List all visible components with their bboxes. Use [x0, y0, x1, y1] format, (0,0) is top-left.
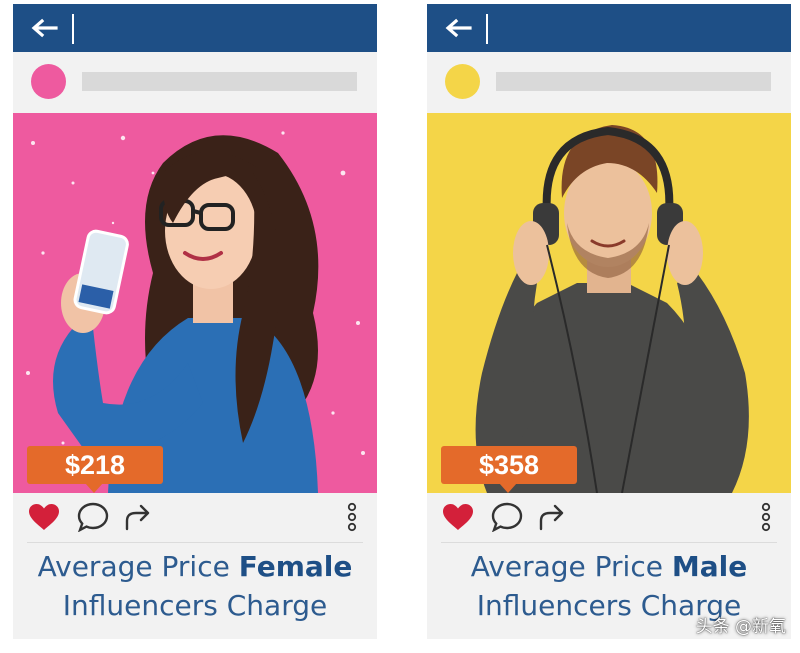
username-placeholder	[496, 72, 771, 91]
divider	[441, 542, 777, 543]
back-button[interactable]	[29, 16, 59, 40]
comment-icon	[77, 502, 109, 532]
top-bar	[13, 4, 377, 52]
price-tag: $358	[441, 446, 577, 493]
caption-prefix: Average Price	[470, 550, 672, 583]
post-photo	[427, 113, 791, 493]
more-options-button[interactable]	[341, 502, 363, 532]
watermark: 头条 @新氧	[695, 617, 786, 637]
comment-icon	[491, 502, 523, 532]
heart-icon	[443, 504, 473, 530]
avatar[interactable]	[31, 64, 66, 99]
like-button[interactable]	[27, 502, 61, 532]
username-placeholder	[82, 72, 357, 91]
like-button[interactable]	[441, 502, 475, 532]
share-icon	[125, 504, 150, 531]
more-options-button[interactable]	[755, 502, 777, 532]
arrow-left-icon	[31, 18, 58, 38]
bar-divider	[72, 14, 74, 44]
caption-line-1: Average Price Male	[427, 547, 791, 586]
action-row	[13, 493, 377, 541]
divider	[27, 542, 363, 543]
heart-icon	[29, 504, 59, 530]
avatar[interactable]	[445, 64, 480, 99]
profile-row	[427, 52, 791, 112]
caption-gender: Male	[671, 550, 748, 583]
comment-button[interactable]	[76, 502, 110, 532]
male-influencer-card: $358 Average Price Male Influencers Char…	[427, 4, 791, 639]
caption-gender: Female	[238, 550, 353, 583]
arrow-left-icon	[445, 18, 472, 38]
more-vertical-icon	[761, 502, 771, 532]
profile-row	[13, 52, 377, 112]
share-button[interactable]	[535, 502, 569, 532]
post-photo	[13, 113, 377, 493]
share-icon	[539, 504, 564, 531]
comment-button[interactable]	[490, 502, 524, 532]
caption: Average Price Female Influencers Charge	[13, 547, 377, 625]
share-button[interactable]	[121, 502, 155, 532]
more-vertical-icon	[347, 502, 357, 532]
price-tag: $218	[27, 446, 163, 493]
caption-line-2: Influencers Charge	[62, 589, 328, 622]
caption-prefix: Average Price	[37, 550, 239, 583]
bar-divider	[486, 14, 488, 44]
back-button[interactable]	[443, 16, 473, 40]
action-row	[427, 493, 791, 541]
female-influencer-card: $218 Average Price Female Influencers Ch…	[13, 4, 377, 639]
caption-line-1: Average Price Female	[13, 547, 377, 586]
top-bar	[427, 4, 791, 52]
